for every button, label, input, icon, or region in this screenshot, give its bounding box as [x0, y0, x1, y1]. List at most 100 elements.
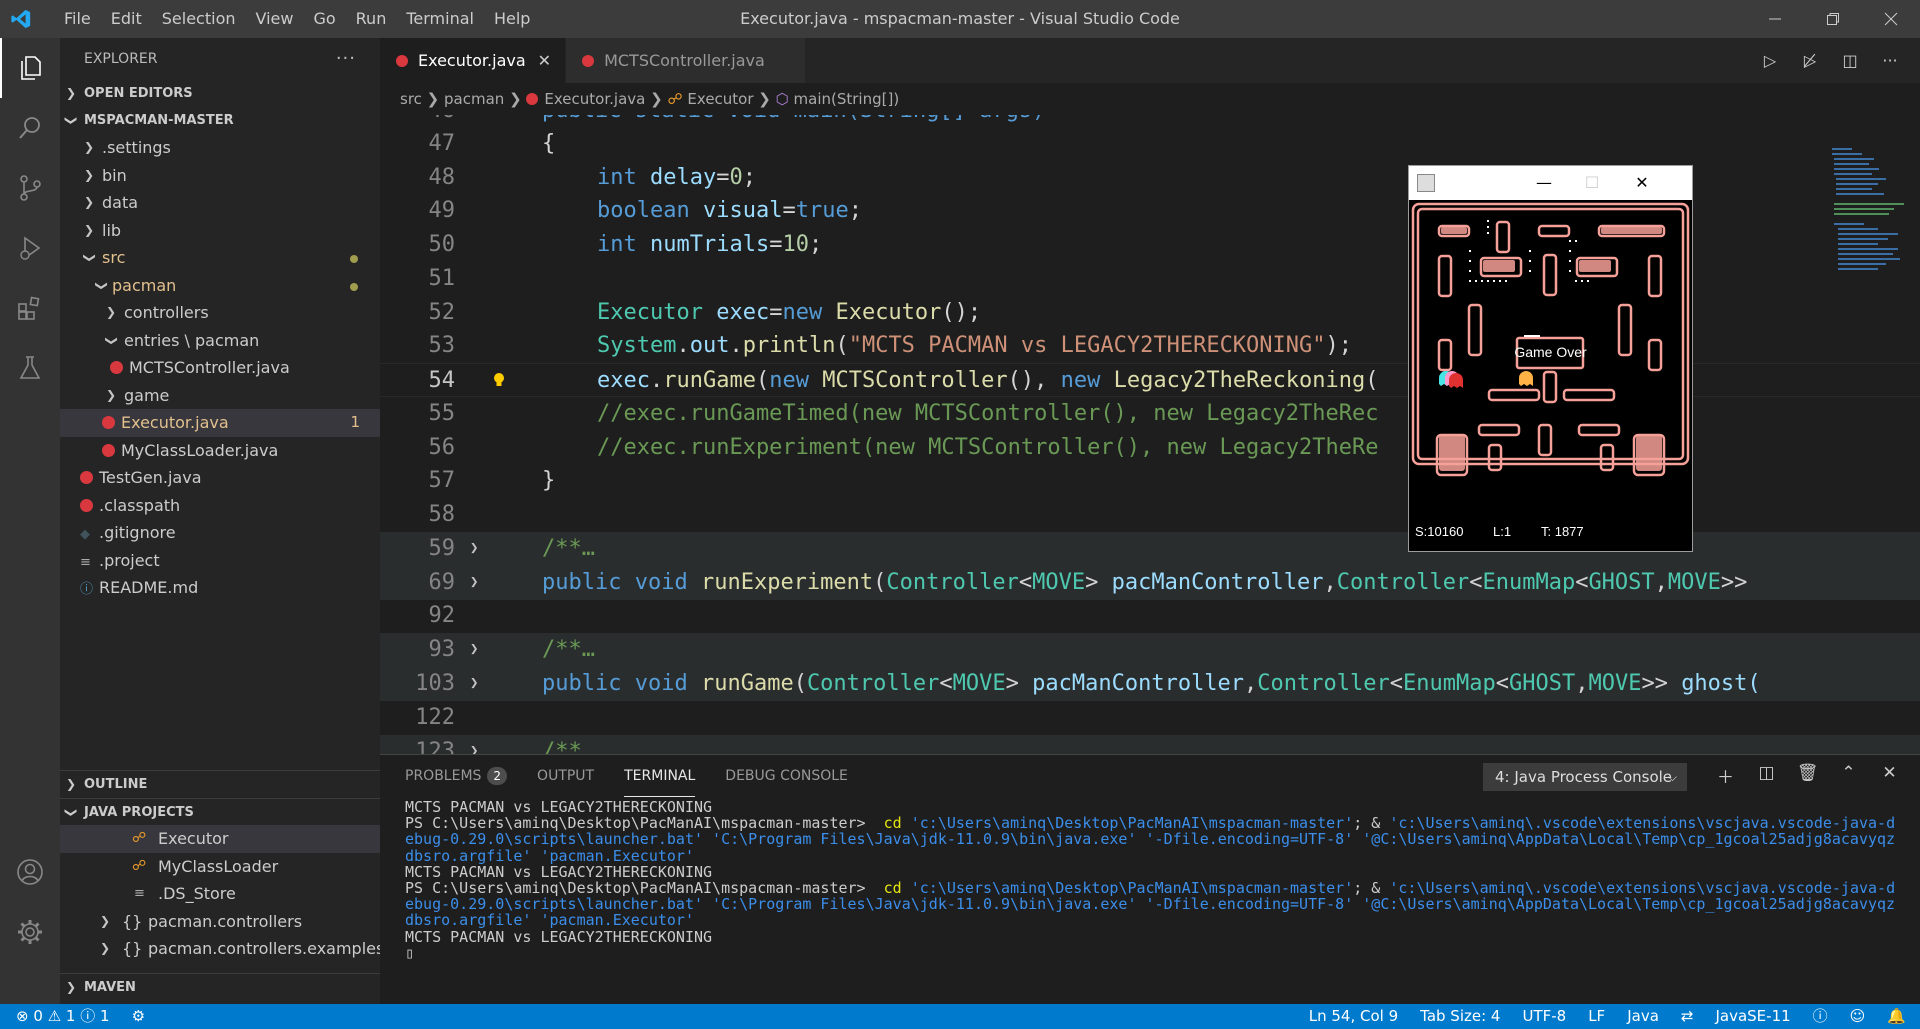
menu-view[interactable]: View — [246, 0, 304, 38]
restore-button[interactable] — [1804, 0, 1862, 38]
more-actions-icon[interactable]: ··· — [1870, 51, 1910, 70]
minimize-button[interactable] — [1746, 0, 1804, 38]
cursor-position[interactable]: Ln 54, Col 9 — [1309, 1004, 1398, 1029]
code-line: 103 ❯ public void runGame(Controller<MOVE>… — [380, 667, 1920, 701]
java-item-dsstore[interactable]: ≡ .DS_Store — [60, 880, 380, 908]
java-item-executor[interactable]: ☍ Executor — [60, 825, 380, 853]
settings-gear-icon[interactable] — [0, 902, 60, 962]
debug-status-icon[interactable]: ⚙ — [132, 1004, 145, 1029]
split-editor-icon[interactable]: ◫ — [1830, 51, 1870, 70]
tree-item-entries[interactable]: ❯ entries \ pacman — [60, 327, 380, 355]
explorer-icon[interactable] — [0, 38, 60, 98]
minimap[interactable] — [1828, 148, 1908, 318]
maximize-panel-icon[interactable]: ⌃ — [1828, 763, 1869, 788]
sync-icon[interactable]: ⇄ — [1681, 1004, 1694, 1029]
close-tab-icon[interactable]: ✕ — [538, 51, 551, 70]
title-bar: File Edit Selection View Go Run Terminal… — [0, 0, 1920, 38]
notifications-bell-icon[interactable]: 🔔 — [1887, 1004, 1906, 1029]
breadcrumb-item[interactable]: Executor.java — [544, 90, 645, 108]
code-token: EnumMap — [1403, 671, 1496, 696]
lightbulb-icon[interactable] — [492, 372, 506, 388]
code-token: int — [597, 165, 637, 190]
menu-edit[interactable]: Edit — [101, 0, 152, 38]
tab-size[interactable]: Tab Size: 4 — [1420, 1004, 1500, 1029]
run-icon[interactable]: ▷ — [1750, 51, 1790, 70]
menu-help[interactable]: Help — [484, 0, 540, 38]
tree-item-gitignore[interactable]: ◆ .gitignore — [60, 519, 380, 547]
debug-icon[interactable]: ▷̸ — [1790, 51, 1830, 70]
java-runtime[interactable]: JavaSE-11 — [1715, 1004, 1790, 1029]
errors-status[interactable]: ⊗ 0 ⚠ 1 ⓘ 1 — [16, 1004, 110, 1029]
game-close-button[interactable]: ✕ — [1619, 166, 1665, 200]
tree-item-controllers[interactable]: ❯ controllers — [60, 299, 380, 327]
menu-terminal[interactable]: Terminal — [396, 0, 484, 38]
menu-run[interactable]: Run — [346, 0, 397, 38]
breadcrumb-item[interactable]: Executor — [687, 90, 753, 108]
encoding[interactable]: UTF-8 — [1522, 1004, 1566, 1029]
trash-icon[interactable]: 🗑 — [1787, 763, 1828, 788]
maven-section[interactable]: ❯ MAVEN — [60, 973, 380, 1000]
menu-file[interactable]: File — [54, 0, 101, 38]
tab-mctscontroller[interactable]: MCTSController.java — [566, 38, 806, 83]
tree-item-mctscontroller[interactable]: MCTSController.java — [60, 354, 380, 382]
game-window-titlebar[interactable]: — ☐ ✕ — [1409, 166, 1692, 200]
pacman-game-window[interactable]: — ☐ ✕ Game Over S:10160 L:1 T: 1877 — [1408, 165, 1693, 552]
breadcrumb-item[interactable]: src — [400, 90, 422, 108]
feedback-icon[interactable]: ☺ — [1850, 1004, 1866, 1029]
accounts-icon[interactable] — [0, 842, 60, 902]
fold-chevron-icon[interactable]: ❯ — [470, 566, 478, 600]
close-window-button[interactable] — [1862, 0, 1920, 38]
tree-item-bin[interactable]: ❯ bin — [60, 162, 380, 190]
search-icon[interactable] — [0, 98, 60, 158]
source-control-icon[interactable] — [0, 158, 60, 218]
new-terminal-icon[interactable]: ＋ — [1705, 763, 1746, 788]
tree-item-pacman[interactable]: ❯ pacman — [60, 272, 380, 300]
fold-chevron-icon[interactable]: ❯ — [470, 633, 478, 667]
chevron-down-icon: ⌵ — [1667, 770, 1677, 784]
tree-item-lib[interactable]: ❯ lib — [60, 217, 380, 245]
menu-selection[interactable]: Selection — [152, 0, 246, 38]
line-ending[interactable]: LF — [1588, 1004, 1605, 1029]
extensions-icon[interactable] — [0, 278, 60, 338]
tab-problems[interactable]: PROBLEMS 2 — [405, 755, 508, 797]
tree-item-game[interactable]: ❯ game — [60, 382, 380, 410]
outline-section[interactable]: ❯ OUTLINE — [60, 771, 380, 798]
tab-debug-console[interactable]: DEBUG CONSOLE — [725, 755, 848, 797]
fold-chevron-icon[interactable]: ❯ — [470, 667, 478, 701]
testing-icon[interactable] — [0, 338, 60, 398]
tree-item-testgen[interactable]: TestGen.java — [60, 464, 380, 492]
java-item-pacman-controllers[interactable]: ❯ {} pacman.controllers — [60, 908, 380, 936]
tree-item-src[interactable]: ❯ src — [60, 244, 380, 272]
java-status-icon[interactable]: ⓘ — [1813, 1004, 1828, 1029]
code-token: new — [769, 368, 809, 393]
split-terminal-icon[interactable]: ◫ — [1746, 763, 1787, 788]
tab-terminal[interactable]: TERMINAL — [624, 755, 696, 797]
workspace-root-section[interactable]: ❯ MSPACMAN-MASTER — [60, 107, 380, 134]
terminal-selector[interactable]: 4: Java Process Console ⌵ — [1483, 763, 1687, 791]
tree-item-settings[interactable]: ❯ .settings — [60, 134, 380, 162]
tab-output[interactable]: OUTPUT — [537, 755, 594, 797]
tree-item-readme[interactable]: ⓘ README.md — [60, 574, 380, 602]
menu-go[interactable]: Go — [303, 0, 345, 38]
fold-chevron-icon[interactable]: ❯ — [470, 735, 478, 754]
terminal-output[interactable]: MCTS PACMAN vs LEGACY2THERECKONING PS C:\… — [405, 799, 1905, 961]
more-actions-icon[interactable]: ··· — [336, 38, 356, 80]
tree-item-executor[interactable]: Executor.java 1 — [60, 409, 380, 437]
game-maximize-button[interactable]: ☐ — [1569, 166, 1615, 200]
tree-item-data[interactable]: ❯ data — [60, 189, 380, 217]
language-mode[interactable]: Java — [1627, 1004, 1659, 1029]
breadcrumb-item[interactable]: main(String[]) — [794, 90, 900, 108]
game-minimize-button[interactable]: — — [1521, 166, 1567, 200]
java-item-pacman-controllers-examples[interactable]: ❯ {} pacman.controllers.examples — [60, 935, 384, 963]
java-item-myclassloader[interactable]: ☍ MyClassLoader — [60, 853, 380, 881]
breadcrumb-item[interactable]: pacman — [444, 90, 504, 108]
tab-executor[interactable]: Executor.java ✕ — [380, 38, 567, 83]
tree-item-classpath[interactable]: .classpath — [60, 492, 380, 520]
open-editors-section[interactable]: ❯ OPEN EDITORS — [60, 80, 380, 107]
fold-chevron-icon[interactable]: ❯ — [470, 532, 478, 566]
tree-item-myclassloader[interactable]: MyClassLoader.java — [60, 437, 380, 465]
close-panel-icon[interactable]: ✕ — [1869, 763, 1910, 788]
java-projects-section[interactable]: ❯ JAVA PROJECTS — [60, 798, 380, 825]
run-debug-icon[interactable] — [0, 218, 60, 278]
tree-item-project[interactable]: ≡ .project — [60, 547, 380, 575]
